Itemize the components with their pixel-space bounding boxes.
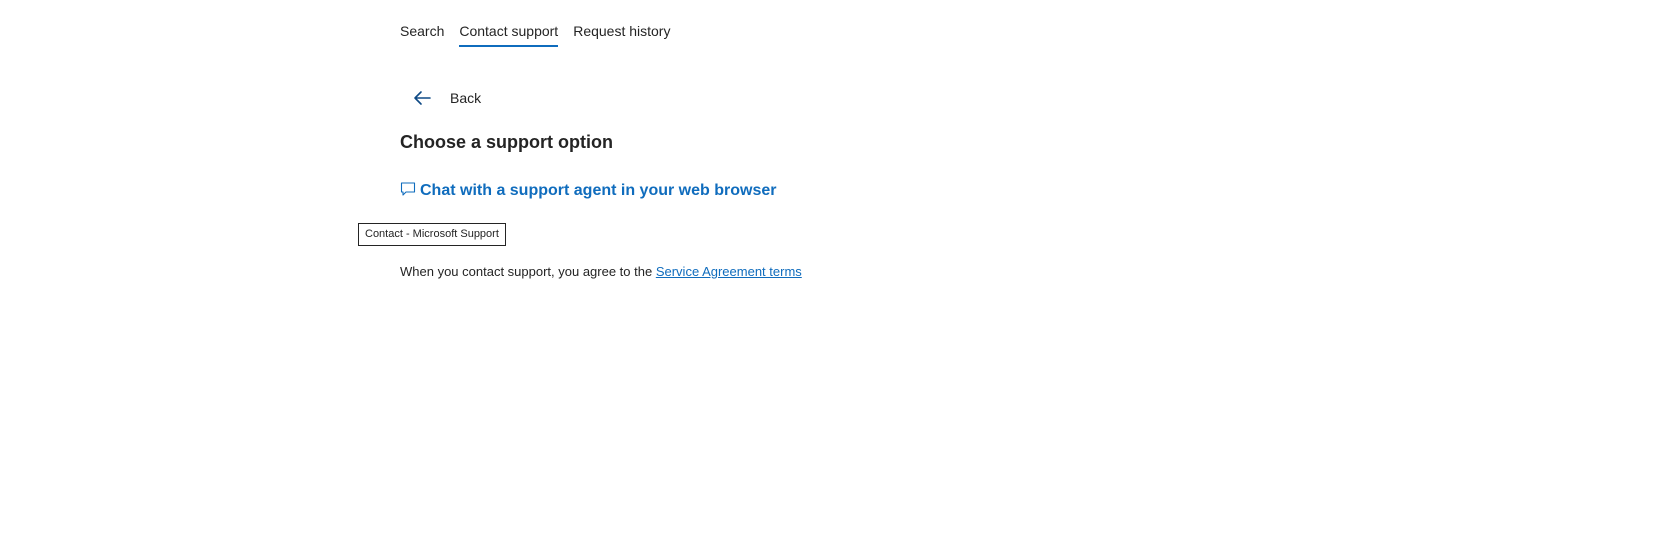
back-label: Back [450,90,482,106]
back-button[interactable]: Back [410,86,481,110]
tab-contact-support[interactable]: Contact support [459,20,559,47]
chat-bubble-icon [400,181,416,197]
support-tabs: Search Contact support Request history [400,20,685,47]
page-title: Choose a support option [400,132,613,152]
arrow-left-icon [410,86,434,110]
tooltip: Contact - Microsoft Support [358,223,506,246]
tab-search[interactable]: Search [400,20,444,47]
page: Search Contact support Request history B… [0,0,1666,557]
chat-support-label: Chat with a support agent in your web br… [420,182,777,199]
service-agreement-link[interactable]: Service Agreement terms [656,264,802,279]
chat-support-link[interactable]: Chat with a support agent in your web br… [400,182,776,200]
tab-request-history[interactable]: Request history [573,20,670,47]
agreement-text: When you contact support, you agree to t… [400,264,802,279]
agreement-prefix: When you contact support, you agree to t… [400,264,656,279]
